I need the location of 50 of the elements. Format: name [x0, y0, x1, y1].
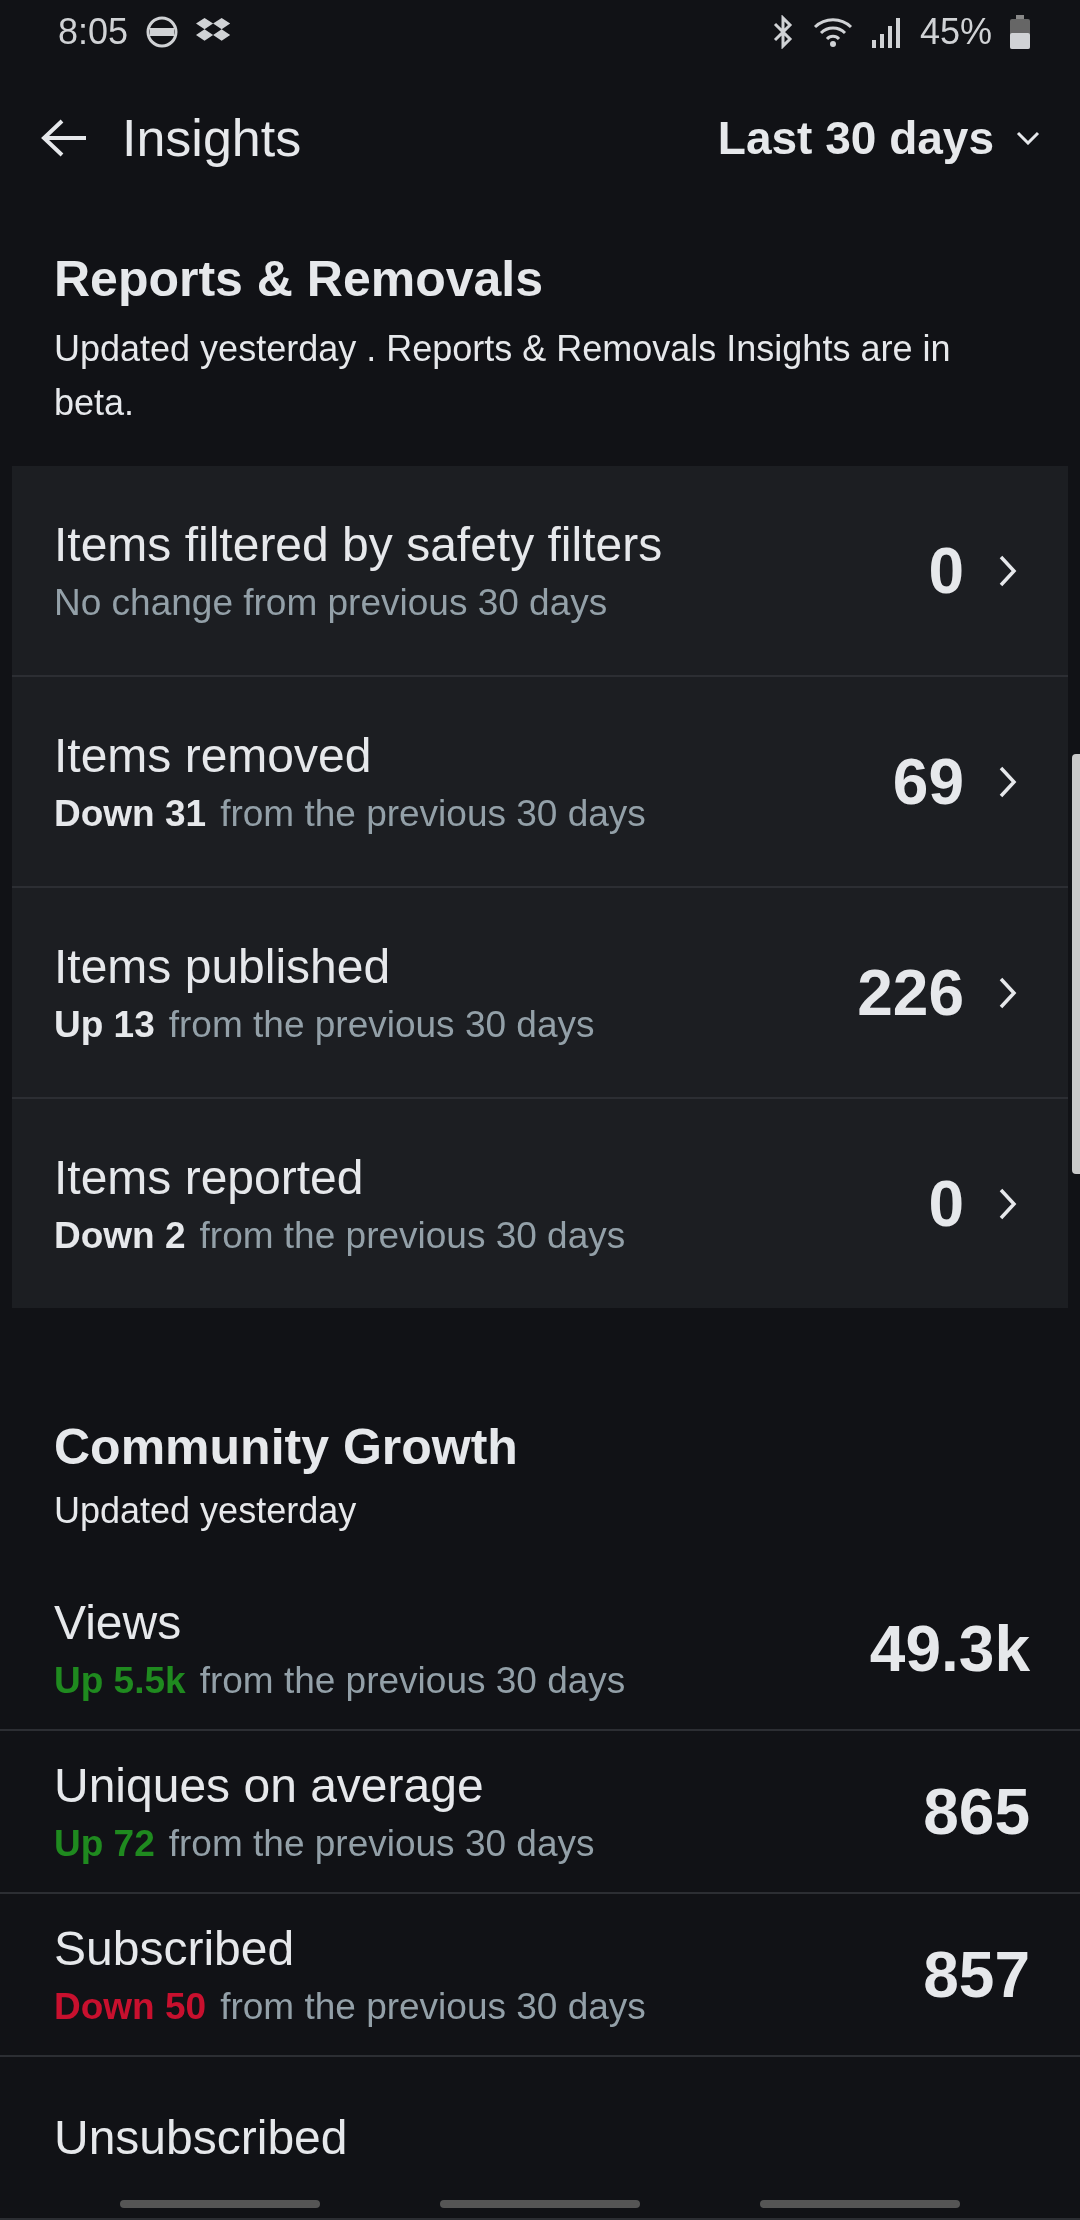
metric-comparison: from the previous 30 days — [168, 1004, 595, 1046]
metric-comparison: from the previous 30 days — [199, 1660, 626, 1702]
caret-icon — [1016, 131, 1040, 145]
metric-value: 865 — [923, 1774, 1030, 1849]
back-arrow-icon[interactable] — [40, 118, 88, 158]
date-range-dropdown[interactable]: Last 30 days — [717, 111, 1040, 165]
section-title: Reports & Removals — [54, 250, 545, 308]
metric-value: 0 — [928, 1166, 964, 1241]
metric-comparison: from the previous 30 days — [199, 1215, 626, 1257]
metric-value: 69 — [892, 744, 964, 819]
metric-value: 49.3k — [869, 1611, 1030, 1686]
chevron-right-icon — [998, 975, 1018, 1010]
metric-value: 857 — [923, 1937, 1030, 2012]
battery-icon — [1010, 15, 1030, 49]
metric-change: Down 2 — [54, 1215, 186, 1257]
metric-change: Up 13 — [54, 1004, 155, 1046]
metric-label: Items reported — [54, 1150, 365, 1205]
metric-comparison: from the previous 30 days — [220, 1986, 646, 2028]
metric-row[interactable]: Items reported Down 2 from the previous 30 days 0 — [12, 1097, 1068, 1308]
metric-label: Items published — [54, 939, 392, 994]
metric-label: Subscribed — [54, 1921, 296, 1976]
metric-row[interactable]: Items filtered by safety filters No change from previous 30 days 0 — [12, 466, 1068, 675]
chevron-right-icon — [998, 553, 1018, 588]
metric-change: Up 72 — [54, 1823, 155, 1865]
section-title: Community Growth — [54, 1418, 519, 1476]
page-title: Insights — [122, 108, 302, 168]
metric-value: 0 — [928, 533, 964, 608]
chevron-right-icon — [998, 1186, 1018, 1221]
section-subtitle: Updated yesterday . Reports & Removals Insights are in beta. — [54, 327, 952, 425]
bluetooth-icon — [771, 15, 794, 49]
metric-row[interactable]: Items removed Down 31 from the previous 30 days 69 — [12, 675, 1068, 886]
metric-comparison: from the previous 30 days — [168, 1823, 595, 1865]
metric-label: Items filtered by safety filters — [54, 517, 663, 572]
wifi-icon — [811, 16, 854, 48]
metric-label: Views — [54, 1595, 183, 1650]
metric-value: 226 — [857, 955, 964, 1030]
signal-icon — [871, 16, 902, 48]
metric-comparison: from the previous 30 days — [220, 793, 646, 835]
metric-label: Items removed — [54, 728, 373, 783]
metric-change: Up 5.5k — [54, 1660, 186, 1702]
metric-change: Down 31 — [54, 793, 207, 835]
metric-label: Unsubscribed — [54, 2110, 348, 2165]
metric-change: Down 50 — [54, 1986, 207, 2028]
metric-row[interactable]: Items published Up 13 from the previous 30 days 226 — [12, 886, 1068, 1097]
chevron-right-icon — [998, 764, 1018, 799]
section-subtitle: Updated yesterday — [54, 1489, 358, 1533]
battery-percent: 45% — [919, 11, 992, 53]
status-time: 8:05 — [58, 11, 129, 53]
metric-comparison: No change from previous 30 days — [54, 582, 608, 624]
metric-label: Uniques on average — [54, 1758, 485, 1813]
